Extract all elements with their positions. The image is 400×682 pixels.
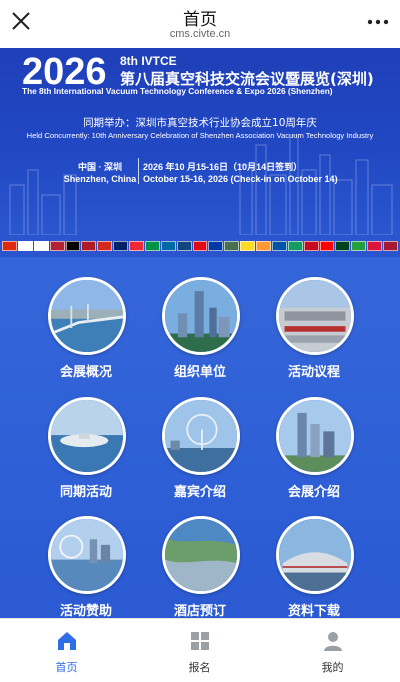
dates-cn: 2026 年10 月15-16日（10月14日签到） (143, 162, 303, 172)
bay-aerial-photo (162, 516, 240, 594)
divider (138, 158, 139, 184)
menu-item-label: 同期活动 (59, 485, 112, 500)
skyscraper-photo (276, 397, 354, 475)
menu-item-label: 活动议程 (287, 365, 340, 380)
menu-item-label: 活动赞助 (59, 604, 112, 618)
dates-en: October 15-16, 2026 (Check-in on October… (143, 174, 338, 184)
belgium-flag (240, 241, 256, 251)
tab-home[interactable]: 首页 (0, 619, 133, 682)
iran-flag (351, 241, 367, 251)
location-cn: 中国 · 深圳 (78, 162, 122, 172)
city-tower-photo (162, 277, 240, 355)
menu-item-concurrent[interactable]: 同期活动 (31, 397, 141, 517)
menu-item-label: 酒店预订 (173, 604, 226, 618)
harbor-photo (48, 397, 126, 475)
ferris-wheel-city-photo (48, 516, 126, 594)
menu-item-label: 嘉宾介绍 (173, 485, 226, 500)
japan-flag (33, 241, 49, 251)
event-location: 中国 · 深圳 Shenzhen, China (60, 161, 140, 185)
event-title-en: The 8th International Vacuum Technology … (22, 86, 333, 96)
france-flag (271, 241, 287, 251)
event-dates: 2026 年10 月15-16日（10月14日签到） October 15-16… (143, 161, 338, 185)
bridge-photo (48, 277, 126, 355)
menu-item-agenda[interactable]: 活动议程 (259, 277, 369, 397)
menu-item-label: 会展介绍 (287, 485, 340, 500)
tab-label: 报名 (188, 661, 211, 674)
user-icon (324, 632, 342, 651)
tab-register[interactable]: 报名 (133, 619, 266, 682)
page-title: 首页 (183, 10, 217, 30)
tab-label: 首页 (55, 661, 78, 674)
event-edition: 8th IVTCE (120, 54, 177, 68)
thailand-flag (383, 241, 398, 251)
switzerland-flag (97, 241, 113, 251)
uk-flag (113, 241, 129, 251)
russia-flag (208, 241, 224, 251)
menu-item-exhibition[interactable]: 会展介绍 (259, 397, 369, 517)
flags-strip (0, 235, 400, 257)
turkey-flag (192, 241, 208, 251)
convention-hall-photo (276, 516, 354, 594)
menu-item-label: 资料下载 (287, 604, 340, 618)
ireland-flag (287, 241, 303, 251)
hong-kong-flag (2, 241, 17, 251)
canada-flag (319, 241, 335, 251)
menu-item-downloads[interactable]: 资料下载 (259, 516, 369, 618)
expo-building-photo (276, 277, 354, 355)
menu-item-label: 会展概况 (59, 365, 112, 380)
top-bar: 首页 cms.civte.cn (0, 0, 400, 48)
poland-flag (367, 241, 383, 251)
menu-grid: 会展概况 组织单位 活动议程 同期活动 嘉宾介绍 会展介绍 活动赞助 酒店预订 … (0, 257, 400, 618)
concurrent-event-cn: 同期举办：深圳市真空技术行业协会成立10周年庆 (83, 117, 317, 129)
netherlands-flag (81, 241, 97, 251)
page-url: cms.civte.cn (169, 28, 231, 40)
tab-profile[interactable]: 我的 (266, 619, 399, 682)
bottom-tab-bar: 首页 报名 我的 (0, 618, 400, 682)
concurrent-event-en: Held Concurrently: 10th Anniversary Cele… (26, 131, 374, 140)
italy-flag (144, 241, 160, 251)
menu-item-guests[interactable]: 嘉宾介绍 (145, 397, 255, 517)
india-flag (256, 241, 271, 251)
event-banner: 2026 8th IVTCE 第八届真空科技交流会议暨展览(深圳) The 8t… (0, 48, 400, 235)
spain-flag (303, 241, 319, 251)
grid-icon (191, 632, 209, 650)
czech-flag (176, 241, 192, 251)
menu-item-hotel[interactable]: 酒店预订 (145, 516, 255, 618)
menu-item-label: 组织单位 (173, 365, 226, 380)
korea-flag (17, 241, 33, 251)
ferris-wheel-photo (162, 397, 240, 475)
more-dots-icon[interactable] (366, 12, 390, 32)
pakistan-flag (335, 241, 351, 251)
home-icon (58, 632, 76, 650)
austria-flag (129, 241, 144, 251)
usa-flag (49, 241, 65, 251)
germany-flag (65, 241, 81, 251)
menu-item-organizers[interactable]: 组织单位 (145, 277, 255, 397)
menu-item-overview[interactable]: 会展概况 (31, 277, 141, 397)
sweden-flag (160, 241, 176, 251)
location-en: Shenzhen, China (63, 174, 137, 184)
hungary-flag (224, 241, 240, 251)
tab-label: 我的 (321, 661, 344, 674)
menu-item-sponsorship[interactable]: 活动赞助 (31, 516, 141, 618)
